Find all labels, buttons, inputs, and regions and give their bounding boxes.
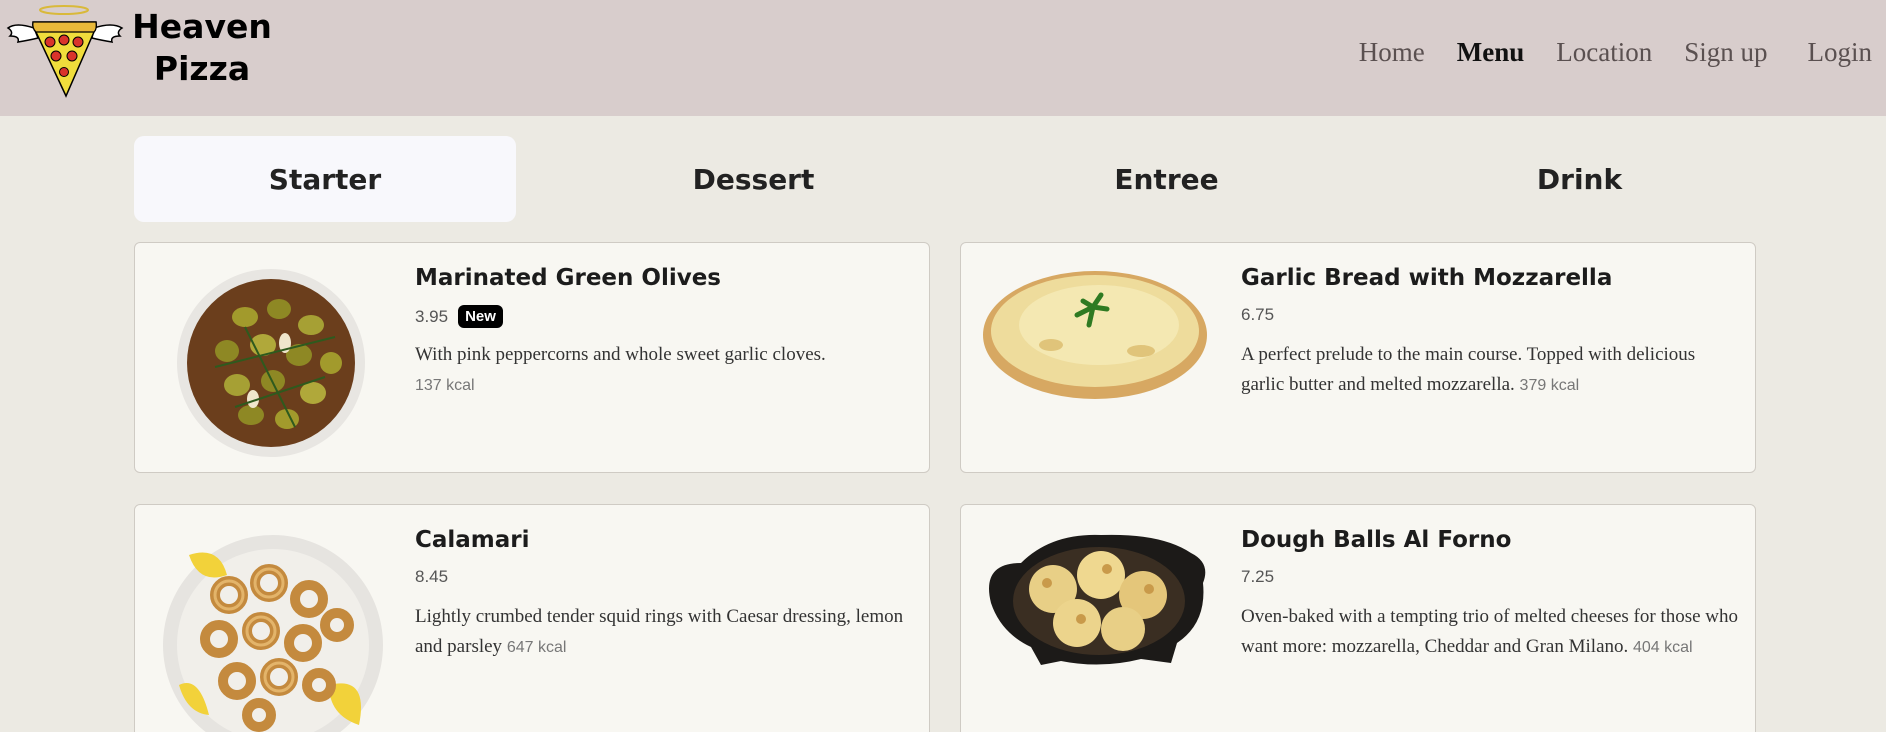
- item-description-block: Oven-baked with a tempting trio of melte…: [1241, 602, 1741, 663]
- item-price-row: 6.75: [1241, 305, 1274, 325]
- garlic-bread-image: [983, 271, 1207, 399]
- menu-item-card[interactable]: Marinated Green Olives 3.95 New With pin…: [134, 242, 930, 473]
- menu-item-card[interactable]: Garlic Bread with Mozzarella 6.75 A perf…: [960, 242, 1756, 473]
- brand-name: Heaven Pizza: [132, 6, 272, 90]
- item-title: Marinated Green Olives: [415, 265, 721, 291]
- item-kcal: 379 kcal: [1519, 377, 1580, 394]
- brand-line-2: Pizza: [153, 49, 251, 88]
- item-description: Lightly crumbed tender squid rings with …: [415, 606, 904, 657]
- item-kcal: 647 kcal: [506, 639, 567, 656]
- item-description-block: Lightly crumbed tender squid rings with …: [415, 602, 915, 663]
- item-price: 8.45: [415, 567, 449, 586]
- nav-sign-up[interactable]: Sign up: [1684, 37, 1767, 68]
- item-price-row: 7.25: [1241, 567, 1274, 587]
- nav-location[interactable]: Location: [1556, 37, 1652, 68]
- item-price-row: 3.95 New: [415, 305, 503, 328]
- new-badge: New: [458, 305, 503, 328]
- tab-drink[interactable]: Drink: [1373, 136, 1786, 222]
- tab-starter[interactable]: Starter: [134, 136, 516, 222]
- dough-balls-image: [989, 534, 1206, 665]
- item-title: Dough Balls Al Forno: [1241, 527, 1512, 553]
- site-header: Heaven Pizza Home Menu Location Sign up …: [0, 0, 1886, 116]
- menu-item-card[interactable]: Dough Balls Al Forno 7.25 Oven-baked wit…: [960, 504, 1756, 732]
- item-kcal: 137 kcal: [415, 377, 475, 394]
- item-description: A perfect prelude to the main course. To…: [1241, 344, 1696, 395]
- nav-home[interactable]: Home: [1359, 37, 1425, 68]
- olives-image: [177, 269, 365, 457]
- nav-login[interactable]: Login: [1808, 37, 1873, 68]
- menu-item-card[interactable]: Calamari 8.45 Lightly crumbed tender squ…: [134, 504, 930, 732]
- item-description-block: A perfect prelude to the main course. To…: [1241, 340, 1741, 401]
- nav-menu[interactable]: Menu: [1457, 37, 1525, 68]
- item-description: With pink peppercorns and whole sweet ga…: [415, 344, 826, 365]
- brand-line-1: Heaven: [132, 7, 272, 46]
- item-price: 3.95: [415, 306, 449, 326]
- item-description-block: With pink peppercorns and whole sweet ga…: [415, 340, 915, 401]
- item-kcal: 404 kcal: [1633, 639, 1693, 656]
- tab-dessert[interactable]: Dessert: [547, 136, 960, 222]
- item-title: Calamari: [415, 527, 530, 553]
- item-price: 7.25: [1241, 567, 1275, 586]
- pizza-angel-logo-icon: [6, 5, 124, 98]
- item-title: Garlic Bread with Mozzarella: [1241, 265, 1613, 291]
- main-nav: Home Menu Location Sign up Login: [1327, 30, 1886, 74]
- item-price-row: 8.45: [415, 567, 448, 587]
- logo-link[interactable]: Heaven Pizza: [6, 2, 272, 110]
- menu-category-tabs: Starter Dessert Entree Drink: [134, 136, 1786, 222]
- item-price: 6.75: [1241, 305, 1275, 324]
- calamari-image: [163, 535, 383, 732]
- tab-entree[interactable]: Entree: [960, 136, 1373, 222]
